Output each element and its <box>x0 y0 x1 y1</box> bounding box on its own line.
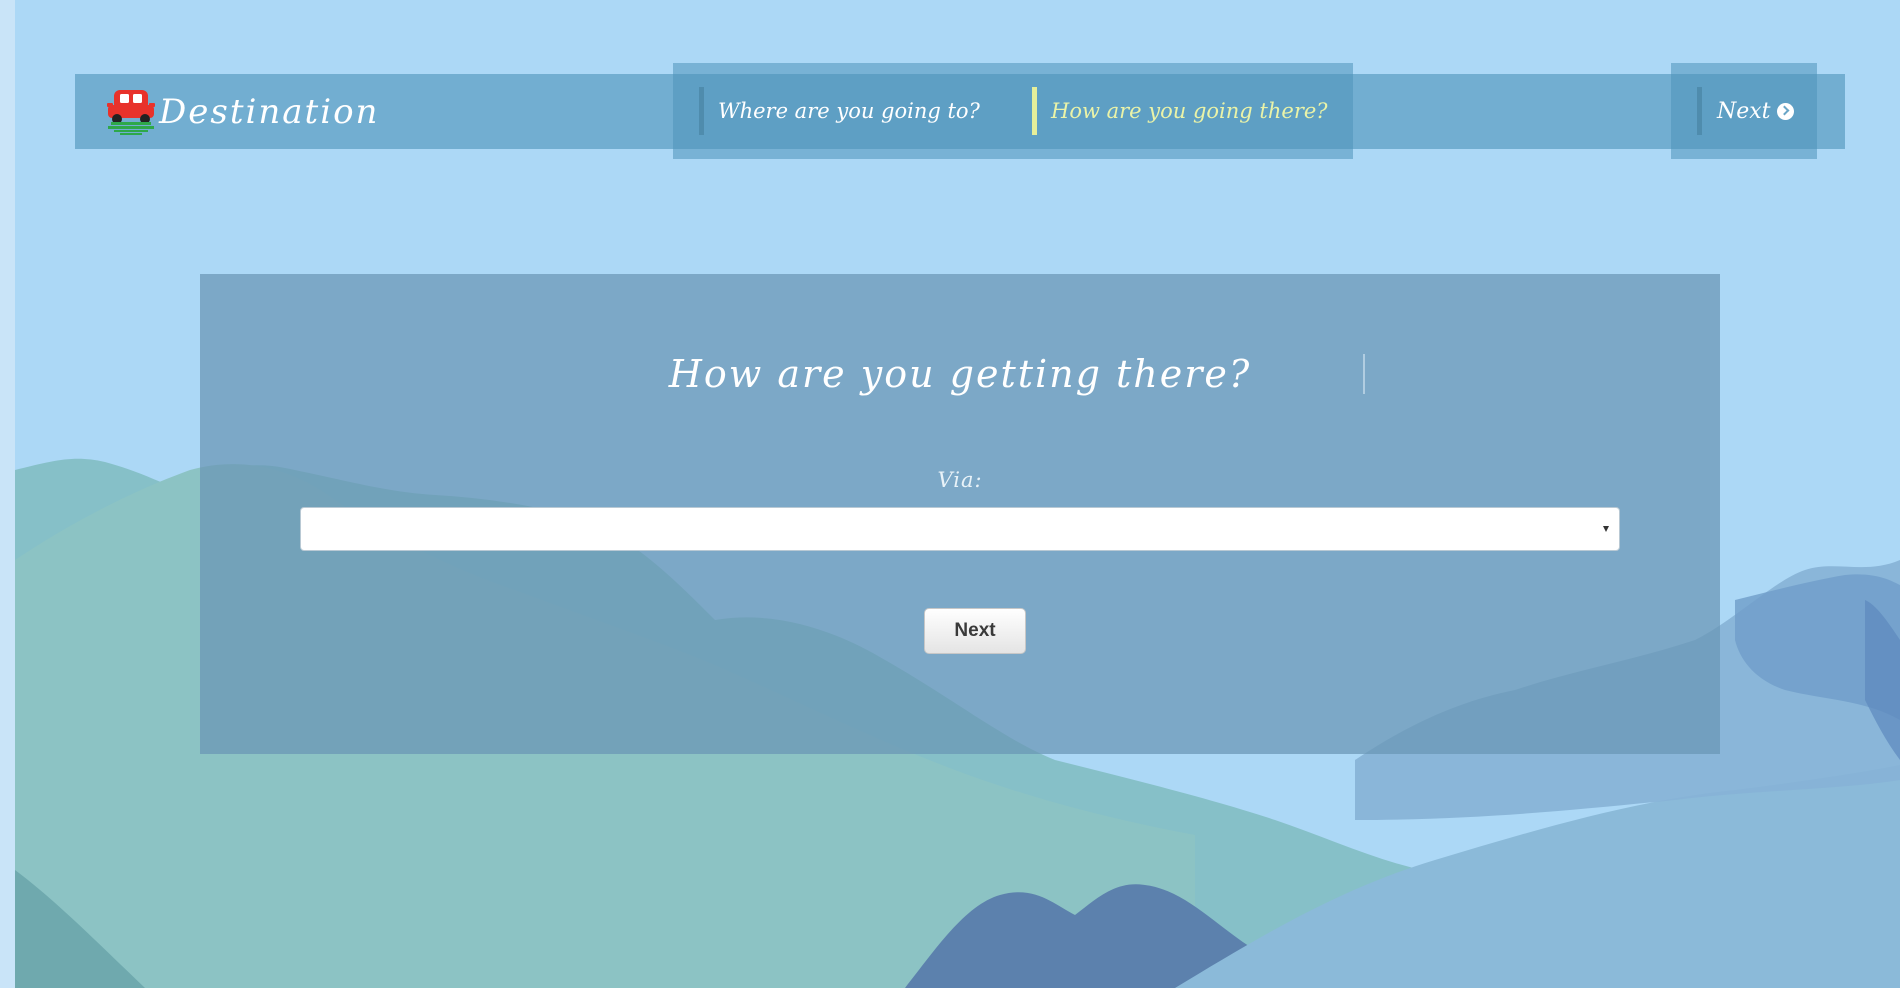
window-edge <box>0 0 15 988</box>
nav-next-label: Next <box>1717 98 1771 124</box>
divider-line <box>1363 354 1365 394</box>
brand-name: Destination <box>159 91 380 132</box>
step-where-going[interactable]: Where are you going to? <box>699 87 980 135</box>
step-navigation: Where are you going to? How are you goin… <box>673 63 1353 159</box>
via-label: Via: <box>937 468 983 492</box>
page-title: How are you getting there? <box>668 352 1252 396</box>
car-icon <box>107 89 155 135</box>
nav-next-inner: Next <box>1697 87 1794 135</box>
transport-form-card: How are you getting there? Via: Next <box>200 274 1720 754</box>
nav-next-button[interactable]: Next <box>1671 63 1817 159</box>
step-how-going-active[interactable]: How are you going there? <box>1032 87 1328 135</box>
chevron-circle-right-icon <box>1776 102 1794 120</box>
brand[interactable]: Destination <box>105 74 379 149</box>
chevron-down-icon <box>1603 526 1609 532</box>
via-select[interactable] <box>300 507 1620 551</box>
next-button[interactable]: Next <box>924 608 1026 654</box>
